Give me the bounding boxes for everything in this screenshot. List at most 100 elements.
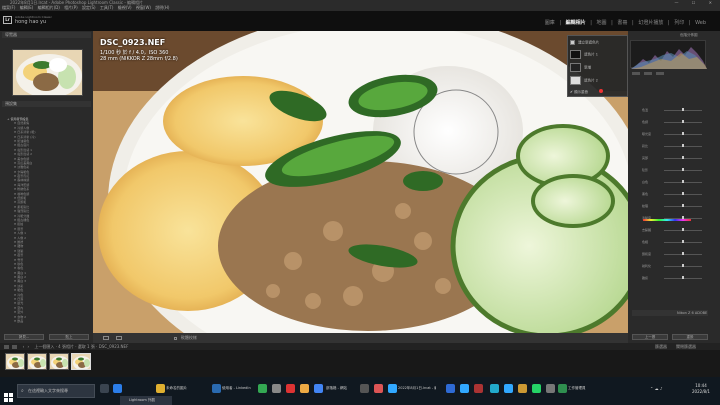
- mask-item-1[interactable]: 遮色片 1: [570, 50, 627, 59]
- taskbar-app-1[interactable]: 未命名的圖片: [166, 386, 187, 391]
- menu-develop[interactable]: 編輯相片(D): [38, 5, 60, 10]
- slider-row: 銳利化: [632, 264, 708, 268]
- menu-settings[interactable]: 設定(S): [82, 5, 96, 10]
- app-icon-11[interactable]: [490, 384, 499, 393]
- task-view-icon[interactable]: [100, 384, 109, 393]
- photo-filename: DSC_0923.NEF: [100, 38, 166, 47]
- app-icon-9[interactable]: [446, 384, 455, 393]
- navigator-preview-image: [13, 50, 82, 95]
- slider-knob[interactable]: [682, 108, 684, 111]
- lightroom-taskbar-icon[interactable]: [388, 384, 397, 393]
- histogram-info: [632, 72, 702, 77]
- file-explorer-icon[interactable]: [156, 384, 165, 393]
- module-book[interactable]: 書冊: [617, 20, 627, 26]
- slider-knob[interactable]: [682, 120, 684, 123]
- task-manager-icon[interactable]: [558, 384, 567, 393]
- app-icon-13[interactable]: [518, 384, 527, 393]
- filmstrip-thumbnail[interactable]: [27, 353, 47, 370]
- copy-button[interactable]: 拷貝...: [4, 334, 44, 340]
- nav-forward-icon[interactable]: ›: [27, 344, 29, 349]
- module-slideshow[interactable]: 幻燈片播放: [638, 20, 663, 26]
- histogram[interactable]: [630, 40, 707, 69]
- filter-dropdown[interactable]: 關閉篩選器: [676, 343, 696, 350]
- presets-header[interactable]: 預設集: [2, 101, 91, 107]
- paste-button[interactable]: 貼上: [49, 334, 89, 340]
- photo-exposure: 1/100 秒 於 f / 4.0，ISO 360: [100, 50, 169, 56]
- menu-window[interactable]: 視窗(W): [136, 5, 151, 10]
- taskbar-app-3[interactable]: 部落格 - 網站: [326, 386, 347, 391]
- grid-view-icon[interactable]: [4, 345, 9, 349]
- mask-item-3[interactable]: 遮色片 2: [570, 76, 627, 85]
- app-icon-5[interactable]: [300, 384, 309, 393]
- taskbar-search-input[interactable]: ⌕ 在這裡輸入文字來搜尋: [17, 384, 95, 398]
- preset-item[interactable]: H 飲品: [2, 319, 90, 323]
- menu-view[interactable]: 檢視(V): [118, 5, 132, 10]
- menu-file[interactable]: 檔案(F): [2, 5, 15, 10]
- slider-knob[interactable]: [682, 192, 684, 195]
- previous-settings-button[interactable]: 上一張: [632, 334, 668, 340]
- slider-knob[interactable]: [682, 228, 684, 231]
- menu-help[interactable]: 說明(H): [155, 5, 169, 10]
- filmstrip-thumbnail[interactable]: [5, 353, 25, 370]
- profile-selector[interactable]: Nikon Z 6 ADOBE: [632, 310, 708, 316]
- module-print[interactable]: 列印: [674, 20, 684, 26]
- taskbar-clock[interactable]: 10:44 2022/8/1: [688, 383, 714, 395]
- slider-knob[interactable]: [682, 240, 684, 243]
- chrome-icon[interactable]: [258, 384, 267, 393]
- menu-tools[interactable]: 工具(T): [100, 5, 114, 10]
- whatsapp-icon[interactable]: [532, 384, 541, 393]
- slider-knob[interactable]: [682, 252, 684, 255]
- module-map[interactable]: 地圖: [597, 20, 607, 26]
- slider-knob[interactable]: [682, 132, 684, 135]
- secondary-display-icon[interactable]: [12, 345, 18, 349]
- filmstrip-thumbnail[interactable]: [49, 353, 69, 370]
- slider-label: 色調: [642, 120, 649, 124]
- app-icon-10[interactable]: [474, 384, 483, 393]
- app-icon-6[interactable]: [314, 384, 323, 393]
- taskbar-app-5[interactable]: 工作管理員: [568, 386, 586, 391]
- nav-back-icon[interactable]: ‹: [23, 344, 25, 349]
- menu-photo[interactable]: 相片(P): [64, 5, 78, 10]
- taskbar-app-2[interactable]: 使用者 - LinkedIn: [222, 386, 251, 391]
- taskbar-preview[interactable]: Lightroom 外觀: [120, 396, 172, 405]
- filmstrip-thumbnail[interactable]: [71, 353, 91, 370]
- tray-icons[interactable]: ⌃ ☁ ♪: [650, 386, 662, 391]
- menu-edit[interactable]: 編輯(E): [20, 5, 34, 10]
- taskbar-app-4[interactable]: 2022年8月1日.lrcat - 編輯: [398, 386, 436, 391]
- app-icon-14[interactable]: [546, 384, 555, 393]
- slider-label: 銳利化: [642, 264, 652, 268]
- before-after-icon[interactable]: [116, 336, 123, 340]
- show-overlay-toggle[interactable]: ✔ 顯示重疊: [570, 89, 627, 95]
- navigator-header[interactable]: 導覽器: [2, 32, 91, 38]
- reset-button[interactable]: 重設: [672, 334, 708, 340]
- slider-knob[interactable]: [682, 144, 684, 147]
- filmstrip-path: 上一個匯入 · 4 張相片 · 選取 1 張 · DSC_0923.NEF: [34, 344, 129, 349]
- soft-proof-checkbox[interactable]: [173, 336, 177, 340]
- navigator-preview[interactable]: [12, 49, 83, 96]
- module-web[interactable]: Web: [695, 20, 706, 26]
- app-icon-7[interactable]: [360, 384, 369, 393]
- overlay-color-swatch[interactable]: [599, 89, 604, 93]
- slider-knob[interactable]: [682, 180, 684, 183]
- loupe-view-icon[interactable]: [103, 336, 109, 340]
- browser-icon[interactable]: [212, 384, 221, 393]
- edge-icon[interactable]: [113, 384, 122, 393]
- app-icon-12[interactable]: [504, 384, 513, 393]
- mask-item-2[interactable]: 新增: [570, 63, 627, 72]
- app-icon-3[interactable]: [272, 384, 281, 393]
- module-library[interactable]: 圖庫: [545, 20, 555, 26]
- slider-knob[interactable]: [682, 276, 684, 279]
- slider-knob[interactable]: [682, 168, 684, 171]
- windows-start-icon[interactable]: [4, 387, 13, 402]
- app-icon-8[interactable]: [374, 384, 383, 393]
- hue-gradient-bar: [643, 219, 691, 221]
- mask-panel-title[interactable]: 建立新遮色片: [570, 40, 627, 46]
- photo-canvas[interactable]: [93, 31, 628, 333]
- app-icon-4[interactable]: [286, 384, 295, 393]
- slider-knob[interactable]: [682, 204, 684, 207]
- slider-knob[interactable]: [682, 264, 684, 267]
- photoshop-icon[interactable]: [460, 384, 469, 393]
- module-develop[interactable]: 編輯相片: [566, 20, 586, 26]
- slider-knob[interactable]: [682, 156, 684, 159]
- slider-row: 對比: [632, 144, 708, 148]
